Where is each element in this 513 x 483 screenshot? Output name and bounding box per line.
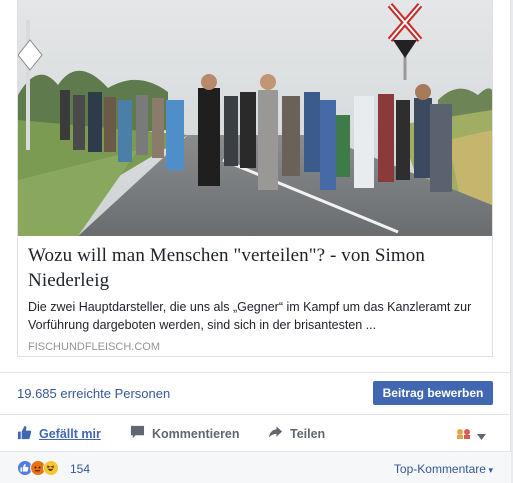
comment-button[interactable]: Kommentieren <box>130 425 240 442</box>
refugees-photo <box>18 0 492 236</box>
audience-selector[interactable] <box>455 427 486 445</box>
chevron-down-icon <box>477 427 486 445</box>
link-title[interactable]: Wozu will man Menschen "verteilen"? - vo… <box>28 243 482 293</box>
link-text-block[interactable]: Wozu will man Menschen "verteilen"? - vo… <box>28 243 482 354</box>
top-comments-label: Top-Kommentare <box>393 462 486 476</box>
reach-row: 19.685 erreichte Personen Beitrag bewerb… <box>0 372 511 414</box>
like-button[interactable]: Gefällt mir <box>17 425 101 443</box>
reach-count[interactable]: 19.685 erreichte Personen <box>17 386 170 401</box>
boost-post-button[interactable]: Beitrag bewerben <box>373 381 493 405</box>
like-label: Gefällt mir <box>39 427 101 441</box>
caret-down-icon: ▾ <box>485 465 493 475</box>
share-arrow-icon <box>268 425 283 442</box>
speech-bubble-icon <box>130 425 145 442</box>
link-preview-card[interactable]: Wozu will man Menschen "verteilen"? - vo… <box>17 0 493 357</box>
thumbs-up-icon <box>17 425 32 443</box>
reaction-count[interactable]: 154 <box>70 462 90 476</box>
reactions-row: 154 Top-Kommentare ▾ <box>0 451 511 483</box>
top-comments-dropdown[interactable]: Top-Kommentare ▾ <box>394 462 493 476</box>
share-label: Teilen <box>290 426 326 441</box>
comment-label: Kommentieren <box>152 426 240 441</box>
audience-selector-icon <box>455 427 473 445</box>
link-preview-image[interactable] <box>18 0 492 236</box>
reaction-icons[interactable] <box>17 460 59 476</box>
link-domain: FISCHUNDFLEISCH.COM <box>28 341 161 353</box>
post-card: Wozu will man Menschen "verteilen"? - vo… <box>0 0 511 483</box>
share-button[interactable]: Teilen <box>268 425 325 442</box>
action-bar: Gefällt mir Kommentieren Teilen <box>0 414 511 451</box>
link-description: Die zwei Hauptdarsteller, die uns als „G… <box>28 300 472 332</box>
haha-reaction-icon <box>43 460 59 476</box>
